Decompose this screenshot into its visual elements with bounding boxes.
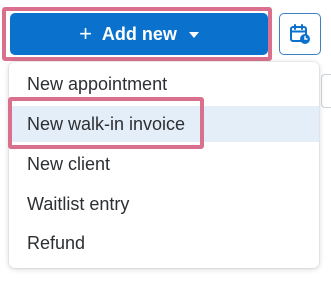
background-panel-edge	[321, 74, 331, 108]
add-new-menu: New appointment New walk-in invoice New …	[9, 62, 319, 268]
menu-item-new-client[interactable]: New client	[9, 146, 319, 182]
menu-item-new-walk-in-invoice[interactable]: New walk-in invoice	[9, 106, 319, 142]
caret-down-icon	[188, 32, 199, 38]
add-new-dropdown-screen: + Add new New appointment New walk-in in…	[0, 0, 331, 285]
plus-icon: +	[79, 21, 92, 46]
menu-item-label: New appointment	[27, 73, 168, 94]
menu-item-label: New walk-in invoice	[27, 113, 186, 134]
calendar-clock-icon	[290, 24, 310, 44]
calendar-button[interactable]	[279, 13, 321, 55]
menu-item-label: New client	[27, 153, 111, 174]
menu-item-label: Refund	[27, 232, 86, 253]
menu-item-waitlist-entry[interactable]: Waitlist entry	[9, 186, 319, 222]
menu-item-refund[interactable]: Refund	[9, 225, 319, 261]
menu-item-label: Waitlist entry	[27, 193, 130, 214]
menu-item-new-appointment[interactable]: New appointment	[9, 66, 319, 102]
add-new-label: Add new	[101, 23, 177, 44]
add-new-button[interactable]: + Add new	[10, 13, 268, 55]
